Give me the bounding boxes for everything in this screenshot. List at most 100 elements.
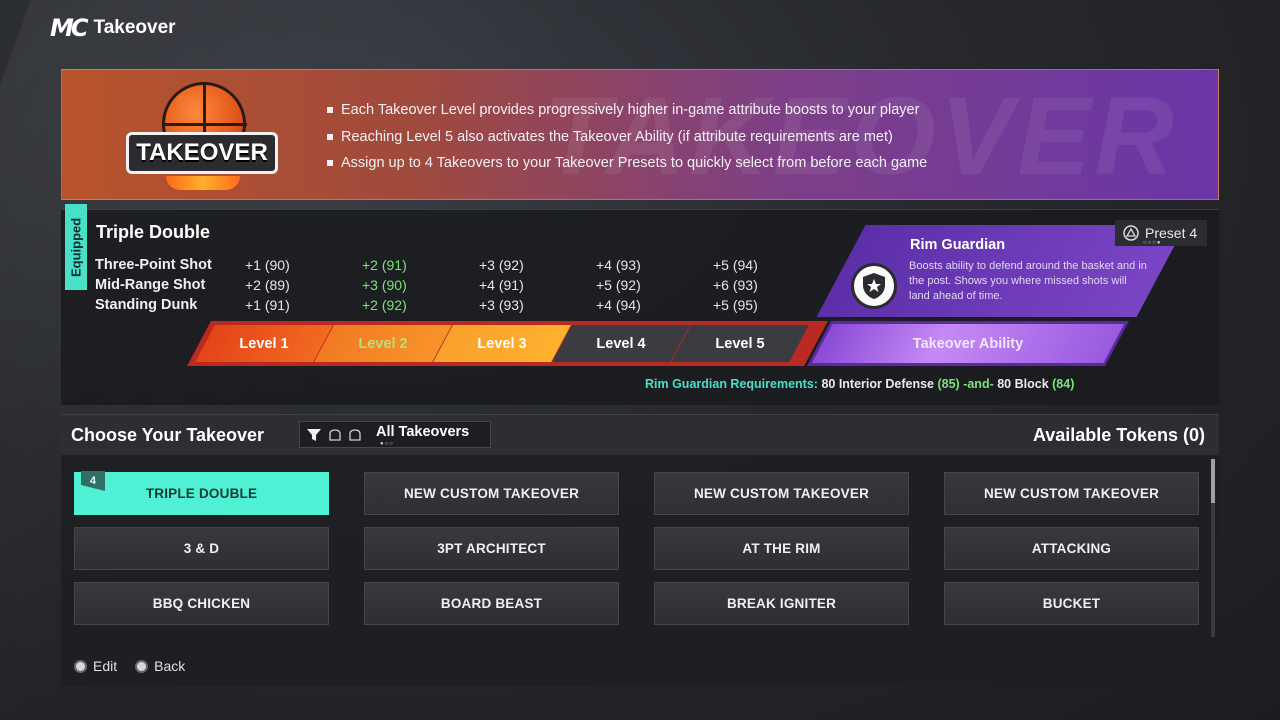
filter-icon [307, 428, 321, 441]
takeover-tile-new-custom[interactable]: NEW CUSTOM TAKEOVER [944, 472, 1199, 515]
back-hint[interactable]: Back [135, 658, 185, 674]
attribute-boost-table: Three-Point Shot +1 (90) +2 (91) +3 (92)… [95, 255, 830, 315]
attribute-value: +4 (93) [596, 257, 641, 273]
available-tokens: Available Tokens (0) [1032, 425, 1205, 445]
attribute-name: Mid-Range Shot [95, 277, 206, 293]
preset-label: Preset 4 [1145, 225, 1198, 241]
attribute-name: Three-Point Shot [95, 257, 212, 273]
attribute-value: +5 (95) [713, 297, 758, 313]
edit-hint[interactable]: Edit [74, 658, 117, 674]
requirement-2: 80 Block [997, 377, 1049, 391]
requirement-1: 80 Interior Defense [821, 377, 934, 391]
level-3-segment: Level 3 [433, 325, 571, 362]
level-label: Level 2 [358, 335, 408, 352]
takeover-tile-break-igniter[interactable]: BREAK IGNITER [654, 582, 909, 625]
attribute-name: Standing Dunk [95, 297, 198, 313]
level-label: Level 5 [715, 335, 765, 352]
takeover-tile-at-the-rim[interactable]: AT THE RIM [654, 527, 909, 570]
attribute-value: +1 (91) [245, 297, 290, 313]
attribute-value: +1 (90) [245, 257, 290, 273]
level-1-segment: Level 1 [195, 325, 333, 362]
takeover-tile-new-custom[interactable]: NEW CUSTOM TAKEOVER [364, 472, 619, 515]
tile-label: 3 & D [183, 541, 220, 556]
requirements-label: Rim Guardian Requirements: [645, 377, 818, 391]
equipped-takeover-panel: Equipped Triple Double Three-Point Shot … [61, 204, 1219, 405]
tile-label: BUCKET [1042, 596, 1101, 611]
edit-label: Edit [93, 658, 118, 674]
back-label: Back [154, 658, 186, 674]
attribute-value: +2 (92) [362, 297, 407, 313]
tile-label: BREAK IGNITER [726, 596, 837, 611]
attribute-value: +6 (93) [713, 277, 758, 293]
attribute-value: +4 (91) [479, 277, 524, 293]
requirement-joiner: -and- [963, 377, 994, 391]
tile-label: AT THE RIM [742, 541, 821, 556]
level-progress-bar: Level 1 Level 2 Level 3 Level 4 Level 5 [187, 321, 828, 366]
attribute-value: +2 (89) [245, 277, 290, 293]
attribute-row: Three-Point Shot +1 (90) +2 (91) +3 (92)… [95, 255, 830, 275]
grid-scrollbar[interactable] [1211, 459, 1215, 637]
mycareer-logo: MC [50, 14, 88, 42]
equipped-takeover-name: Triple Double [96, 222, 211, 242]
choose-takeover-title: Choose Your Takeover [71, 425, 265, 445]
attribute-value: +3 (93) [479, 297, 524, 313]
preset-slot-badge: 4 [81, 471, 105, 491]
flame-icon [166, 176, 240, 190]
tile-label: 3PT ARCHITECT [437, 541, 546, 556]
tile-label: TRIPLE DOUBLE [145, 486, 258, 501]
attribute-row: Standing Dunk +1 (91) +2 (92) +3 (93) +4… [95, 295, 830, 315]
level-4-segment: Level 4 [552, 325, 690, 362]
button-hints: Edit Back [74, 658, 185, 674]
triangle-button-icon [1123, 225, 1139, 241]
takeover-tile-bucket[interactable]: BUCKET [944, 582, 1199, 625]
preset-selector[interactable]: Preset 4 ○○○● [1115, 220, 1207, 246]
page-title: Takeover [93, 17, 176, 38]
takeover-tile-attacking[interactable]: ATTACKING [944, 527, 1199, 570]
level-5-segment: Level 5 [671, 325, 809, 362]
tile-label: BOARD BEAST [440, 596, 543, 611]
banner-bullet: Reaching Level 5 also activates the Take… [327, 124, 927, 151]
banner-bullet: Each Takeover Level provides progressive… [327, 97, 927, 124]
takeover-ability-label: Takeover Ability [912, 335, 1024, 352]
takeover-tile-board-beast[interactable]: BOARD BEAST [364, 582, 619, 625]
tile-label: BBQ CHICKEN [152, 596, 251, 611]
filter-page-dots: ●○○ [380, 441, 394, 447]
tile-label: NEW CUSTOM TAKEOVER [403, 486, 580, 501]
circle-button-icon [135, 659, 149, 673]
scrollbar-thumb[interactable] [1211, 459, 1215, 503]
attribute-value: +2 (91) [362, 257, 407, 273]
choose-takeover-panel: Choose Your Takeover All Takeovers ●○○ A… [61, 414, 1219, 686]
equipped-tab: Equipped [65, 204, 87, 290]
attribute-value: +5 (92) [596, 277, 641, 293]
takeover-tile-3-and-d[interactable]: 3 & D [74, 527, 329, 570]
takeover-tile-3pt-architect[interactable]: 3PT ARCHITECT [364, 527, 619, 570]
ability-card: Rim Guardian Boosts ability to defend ar… [816, 225, 1186, 317]
takeover-tile-triple-double[interactable]: 4 TRIPLE DOUBLE [74, 471, 329, 515]
takeover-logo: TAKEOVER [126, 80, 278, 192]
square-button-icon [74, 659, 87, 673]
ability-description: Boosts ability to defend around the bask… [909, 260, 1147, 302]
attribute-row: Mid-Range Shot +2 (89) +3 (90) +4 (91) +… [95, 275, 830, 295]
shield-icon [851, 263, 897, 309]
ability-requirements: Rim Guardian Requirements: 80 Interior D… [645, 377, 1074, 391]
filter-label: All Takeovers [376, 423, 470, 440]
level-label: Level 3 [477, 335, 527, 352]
requirement-2-current: (84) [1052, 377, 1075, 391]
takeover-tile-bbq-chicken[interactable]: BBQ CHICKEN [74, 582, 329, 625]
tile-label: NEW CUSTOM TAKEOVER [693, 486, 870, 501]
takeover-tile-new-custom[interactable]: NEW CUSTOM TAKEOVER [654, 472, 909, 515]
takeover-filter[interactable]: All Takeovers ●○○ [299, 421, 491, 448]
takeover-info-banner: TAKEOVER TAKEOVER Each Takeover Level pr… [61, 69, 1219, 200]
r2-button-icon [349, 428, 361, 441]
banner-bullet: Assign up to 4 Takeovers to your Takeove… [327, 150, 927, 177]
level-label: Level 1 [239, 335, 289, 352]
ability-title: Rim Guardian [910, 237, 1006, 253]
attribute-value: +3 (92) [479, 257, 524, 273]
tile-label: ATTACKING [1031, 541, 1112, 556]
choose-header: Choose Your Takeover All Takeovers ●○○ A… [61, 415, 1219, 455]
attribute-value: +3 (90) [362, 277, 407, 293]
attribute-value: +5 (94) [713, 257, 758, 273]
takeover-ability-bar: Takeover Ability [807, 321, 1129, 366]
level-label: Level 4 [596, 335, 646, 352]
l2-button-icon [329, 428, 341, 441]
